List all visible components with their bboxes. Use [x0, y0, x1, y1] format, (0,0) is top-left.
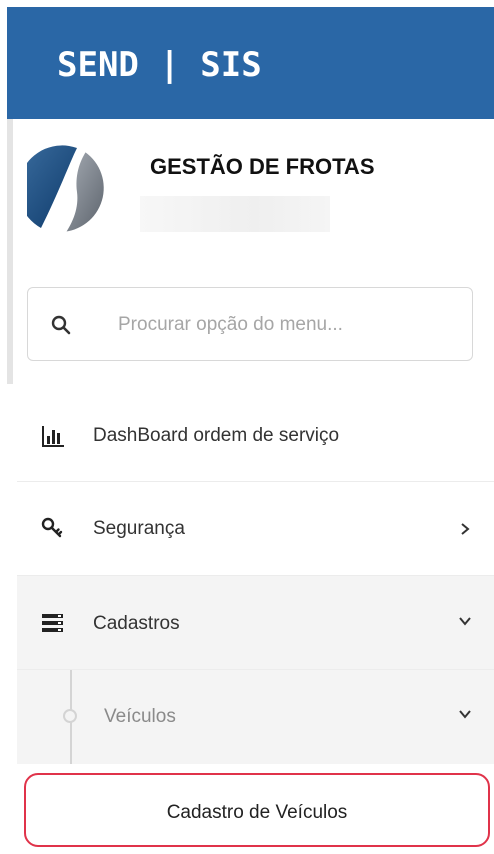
- menu-item-label: Cadastro de Veículos: [166, 802, 348, 823]
- menu-item-cadastros[interactable]: Cadastros: [17, 576, 494, 670]
- list-icon: [42, 614, 63, 632]
- company-subtitle-blurred: [140, 196, 330, 232]
- bar-chart-icon: [42, 426, 64, 447]
- key-icon: [41, 517, 63, 538]
- menu-item-cadastro-de-veiculos[interactable]: Cadastro de Veículos: [24, 773, 490, 847]
- company-title: GESTÃO DE FROTAS: [150, 154, 375, 179]
- menu-search-box[interactable]: [27, 287, 473, 361]
- tree-node-icon: [63, 709, 77, 723]
- search-icon: [51, 315, 71, 335]
- company-logo-icon: [27, 145, 104, 234]
- menu-item-label: DashBoard ordem de serviço: [93, 425, 340, 446]
- menu-item-label: Cadastros: [93, 613, 180, 634]
- app-header: SEND | SIS: [7, 7, 494, 119]
- menu-item-label: Segurança: [93, 518, 185, 539]
- menu-item-seguranca[interactable]: Segurança: [17, 482, 494, 576]
- submenu-item-veiculos[interactable]: [17, 670, 494, 764]
- left-rail: [7, 119, 13, 384]
- brand-title: SEND | SIS: [57, 45, 262, 85]
- chevron-right-icon: [461, 523, 470, 535]
- menu-search-input[interactable]: [116, 306, 460, 344]
- menu-item-dashboard[interactable]: DashBoard ordem de serviço: [17, 388, 494, 482]
- chevron-down-icon: [459, 710, 471, 719]
- submenu-label: Veículos: [104, 706, 176, 727]
- chevron-down-icon: [459, 617, 471, 626]
